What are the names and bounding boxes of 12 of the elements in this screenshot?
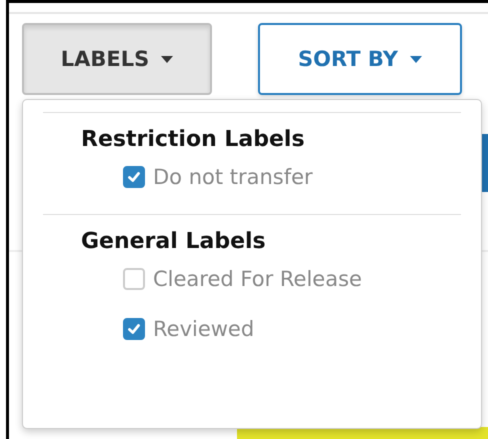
group-heading: General Labels: [81, 229, 266, 254]
label-checkbox[interactable]: Cleared For Release: [123, 254, 362, 304]
caret-icon: [161, 56, 174, 62]
label-checkbox[interactable]: Reviewed: [123, 304, 254, 354]
caret-icon: [410, 56, 422, 62]
sort-by-button[interactable]: SORT BY: [258, 23, 462, 95]
checkbox-icon: [123, 318, 145, 340]
checkbox-icon: [123, 268, 145, 290]
label-checkbox[interactable]: Do not transfer: [123, 152, 313, 202]
group-heading: Restriction Labels: [81, 127, 305, 152]
labels-button[interactable]: LABELS: [22, 23, 212, 95]
checkbox-icon: [123, 166, 145, 188]
